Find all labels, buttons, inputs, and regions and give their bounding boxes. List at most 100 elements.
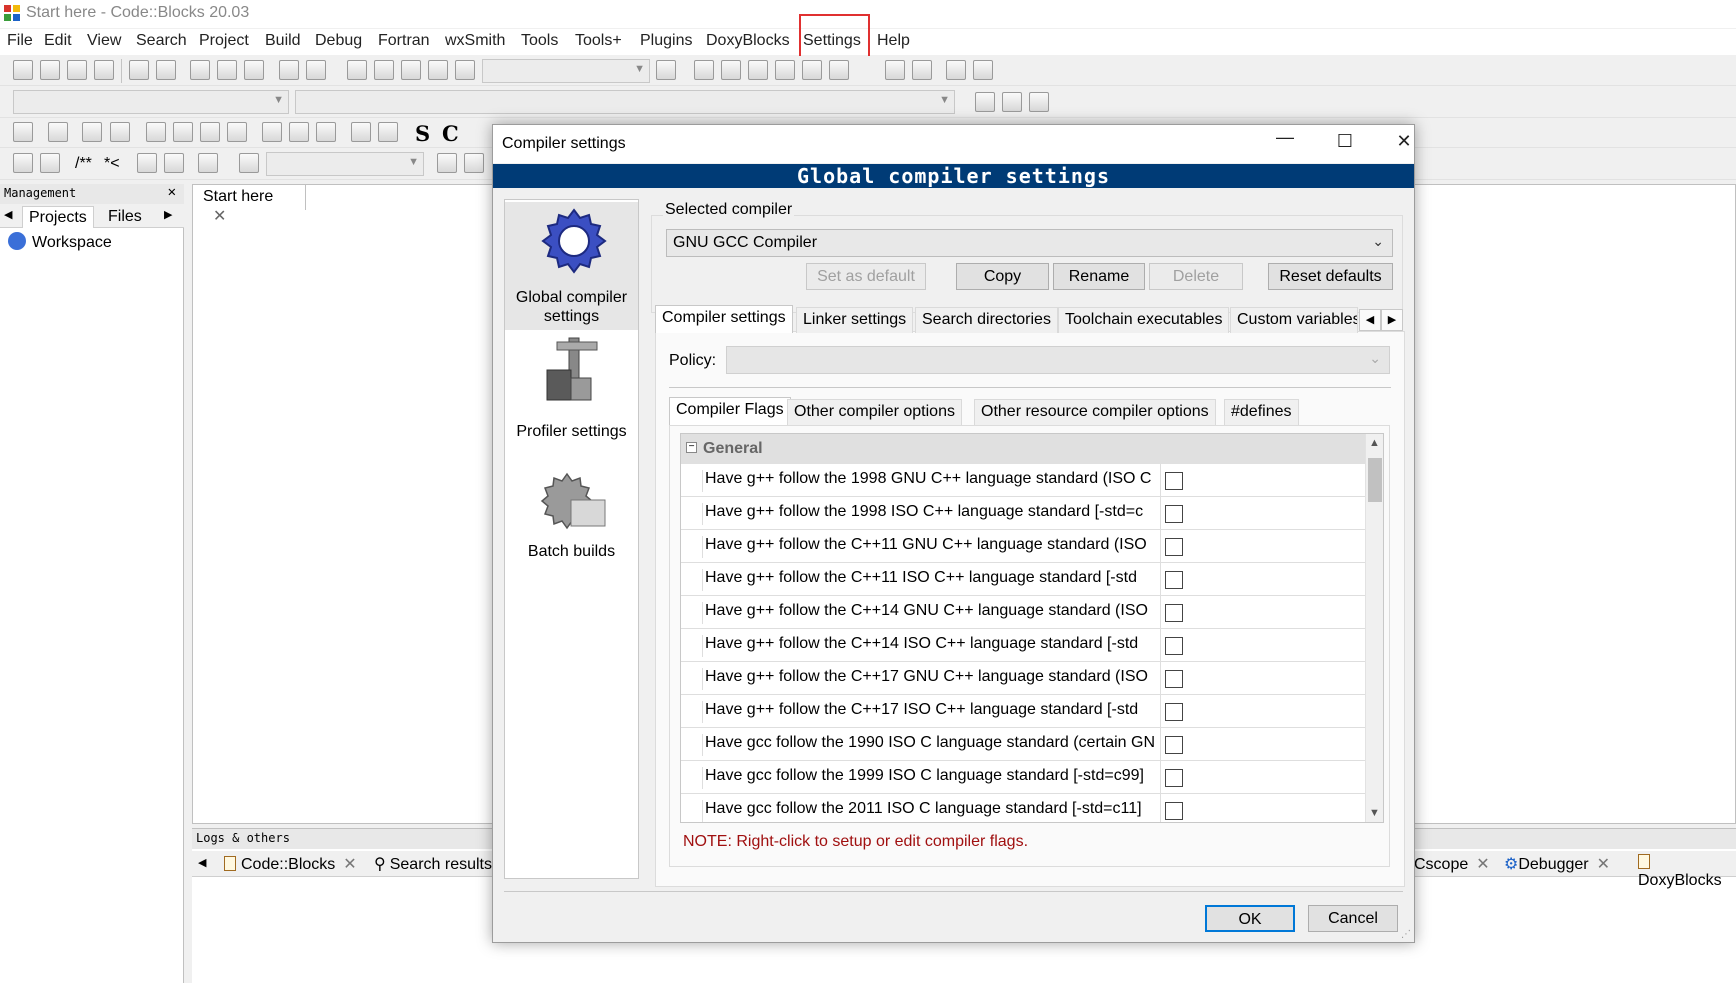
- jump-forward-icon[interactable]: [1029, 92, 1049, 112]
- pause-icon[interactable]: [885, 60, 905, 80]
- next-instruction-icon[interactable]: [829, 60, 849, 80]
- zoom-out-icon[interactable]: [378, 122, 398, 142]
- flags-scrollbar[interactable]: ▲ ▼: [1365, 434, 1383, 822]
- log-tab-codeblocks[interactable]: Code::Blocks ✕: [224, 854, 357, 874]
- tab-search-directories[interactable]: Search directories: [915, 307, 1058, 333]
- ok-button[interactable]: OK: [1205, 905, 1295, 932]
- button-widget-icon[interactable]: [262, 122, 282, 142]
- open-file-icon[interactable]: [40, 60, 60, 80]
- build-target-combo[interactable]: ▼: [482, 59, 650, 83]
- menu-search[interactable]: Search: [136, 32, 187, 50]
- menu-build[interactable]: Build: [265, 32, 301, 50]
- tab-projects[interactable]: Projects: [22, 206, 94, 228]
- text-widget-icon[interactable]: [289, 122, 309, 142]
- tab-compiler-settings[interactable]: Compiler settings: [655, 305, 793, 333]
- log-tab-debugger[interactable]: ⚙Debugger ✕: [1504, 854, 1610, 874]
- checkbox-widget-icon[interactable]: [82, 122, 102, 142]
- resize-grip-icon[interactable]: ⋰: [1401, 929, 1411, 940]
- tab-custom-variables[interactable]: Custom variables: [1230, 307, 1358, 333]
- toolbar-c-letter[interactable]: C: [442, 121, 459, 146]
- doxy-wizard-icon[interactable]: [13, 153, 33, 173]
- nav-back-icon[interactable]: [437, 153, 457, 173]
- maximize-icon[interactable]: ☐: [1325, 131, 1365, 157]
- pointer-icon[interactable]: [13, 122, 33, 142]
- rename-button[interactable]: Rename: [1053, 263, 1145, 290]
- close-icon[interactable]: ✕: [343, 856, 356, 873]
- sidebar-item-global-compiler[interactable]: Global compiler settings: [505, 202, 638, 330]
- jump-back-icon[interactable]: [975, 92, 995, 112]
- paste-icon[interactable]: [244, 60, 264, 80]
- tab-scroll-right-icon[interactable]: ▶: [1381, 309, 1403, 331]
- redo-icon[interactable]: [156, 60, 176, 80]
- search-combo[interactable]: ▼: [266, 152, 424, 176]
- flag-row[interactable]: Have gcc follow the 1990 ISO C language …: [681, 728, 1365, 761]
- flag-checkbox[interactable]: [1165, 670, 1183, 688]
- close-icon[interactable]: ✕: [213, 208, 226, 225]
- menu-project[interactable]: Project: [199, 32, 249, 50]
- run-to-cursor-icon[interactable]: [721, 60, 741, 80]
- next-line-icon[interactable]: [748, 60, 768, 80]
- step-out-icon[interactable]: [802, 60, 822, 80]
- layout-grid-icon[interactable]: [200, 122, 220, 142]
- doxy-html-icon[interactable]: [137, 153, 157, 173]
- sidebar-item-profiler[interactable]: Profiler settings: [505, 334, 638, 454]
- editor-tab-start-here[interactable]: Start here ✕: [192, 184, 306, 225]
- reset-defaults-button[interactable]: Reset defaults: [1268, 263, 1393, 290]
- tab-compiler-flags[interactable]: Compiler Flags: [669, 397, 791, 425]
- tab-scroll-left-icon[interactable]: ◀: [1359, 309, 1381, 331]
- log-tab-doxyblocks[interactable]: DoxyBlocks: [1638, 854, 1736, 890]
- menu-tools-plus[interactable]: Tools+: [575, 32, 622, 50]
- menu-fortran[interactable]: Fortran: [378, 32, 430, 50]
- run-icon[interactable]: [374, 60, 394, 80]
- minimize-icon[interactable]: —: [1265, 127, 1305, 153]
- scrollbar-thumb[interactable]: [1368, 458, 1382, 502]
- info-icon[interactable]: [973, 60, 993, 80]
- workspace-tree-item[interactable]: Workspace: [8, 232, 112, 252]
- flag-row[interactable]: Have g++ follow the C++11 ISO C++ langua…: [681, 563, 1365, 596]
- flag-row[interactable]: Have g++ follow the C++14 GNU C++ langua…: [681, 596, 1365, 629]
- flag-checkbox[interactable]: [1165, 637, 1183, 655]
- flag-row[interactable]: Have g++ follow the C++11 GNU C++ langua…: [681, 530, 1365, 563]
- undo-icon[interactable]: [129, 60, 149, 80]
- flag-row[interactable]: Have g++ follow the C++17 GNU C++ langua…: [681, 662, 1365, 695]
- debug-continue-icon[interactable]: [694, 60, 714, 80]
- policy-combo[interactable]: ⌄: [726, 346, 1390, 374]
- zoom-in-icon[interactable]: [351, 122, 371, 142]
- menu-file[interactable]: File: [7, 32, 33, 50]
- flag-row[interactable]: Have g++ follow the C++14 ISO C++ langua…: [681, 629, 1365, 662]
- block-comment-button[interactable]: /**: [75, 155, 92, 173]
- panel-icon[interactable]: [48, 122, 68, 142]
- menu-view[interactable]: View: [87, 32, 121, 50]
- doxy-extract-icon[interactable]: [40, 153, 60, 173]
- replace-icon[interactable]: [306, 60, 326, 80]
- copy-button[interactable]: Copy: [956, 263, 1049, 290]
- nav-forward-icon[interactable]: [464, 153, 484, 173]
- copy-icon[interactable]: [217, 60, 237, 80]
- tab-files[interactable]: Files: [102, 206, 148, 228]
- sidebar-item-batch-builds[interactable]: Batch builds: [505, 468, 638, 588]
- tab-other-compiler-options[interactable]: Other compiler options: [787, 399, 962, 425]
- step-into-icon[interactable]: [775, 60, 795, 80]
- flag-row[interactable]: Have g++ follow the 1998 GNU C++ languag…: [681, 464, 1365, 497]
- chevron-up-icon[interactable]: ▲: [1369, 437, 1380, 449]
- flag-checkbox[interactable]: [1165, 736, 1183, 754]
- close-icon[interactable]: ✕: [168, 184, 176, 200]
- flag-checkbox[interactable]: [1165, 604, 1183, 622]
- tab-defines[interactable]: #defines: [1224, 399, 1299, 425]
- rebuild-icon[interactable]: [428, 60, 448, 80]
- menu-debug[interactable]: Debug: [315, 32, 362, 50]
- toolbar-s-letter[interactable]: S: [415, 121, 430, 146]
- help-icon[interactable]: [164, 153, 184, 173]
- flag-row[interactable]: Have gcc follow the 2011 ISO C language …: [681, 794, 1365, 822]
- layout-box-icon[interactable]: [227, 122, 247, 142]
- build-gear-icon[interactable]: [347, 60, 367, 80]
- build-run-icon[interactable]: [401, 60, 421, 80]
- close-icon[interactable]: ✕: [1384, 131, 1424, 157]
- menu-wxsmith[interactable]: wxSmith: [445, 32, 505, 50]
- flag-row[interactable]: Have g++ follow the C++17 ISO C++ langua…: [681, 695, 1365, 728]
- save-all-icon[interactable]: [94, 60, 114, 80]
- wrench-icon[interactable]: [198, 153, 218, 173]
- save-icon[interactable]: [67, 60, 87, 80]
- bookmark-dot-icon[interactable]: [1002, 92, 1022, 112]
- menu-doxyblocks[interactable]: DoxyBlocks: [706, 32, 790, 50]
